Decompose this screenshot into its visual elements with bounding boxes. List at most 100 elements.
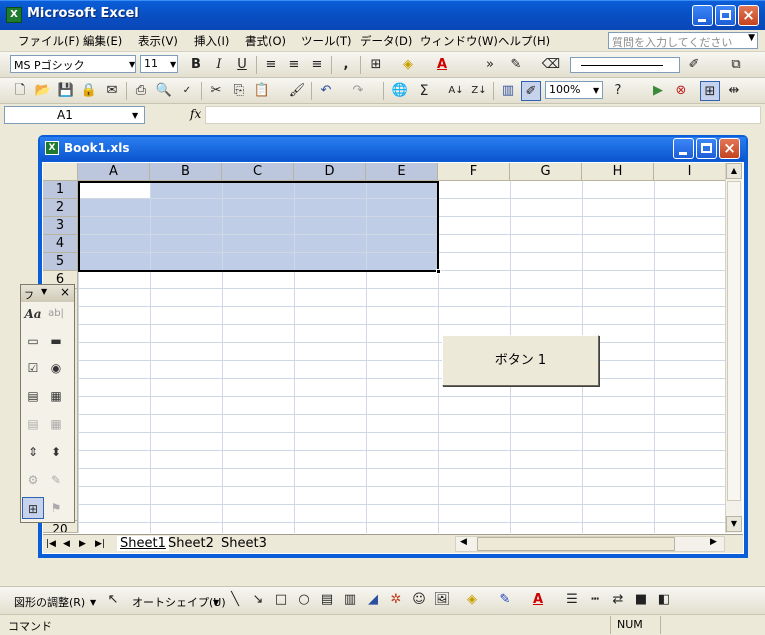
row-header-3[interactable]: 3: [43, 217, 78, 235]
shadow-style-icon[interactable]: ■: [631, 590, 651, 610]
column-header-b[interactable]: B: [150, 163, 222, 181]
column-header-c[interactable]: C: [222, 163, 294, 181]
scroll-down-icon[interactable]: ▼: [726, 516, 742, 532]
line-style-combo[interactable]: [570, 57, 680, 73]
chart-wizard-icon[interactable]: ▥: [498, 81, 518, 101]
paste-icon[interactable]: 📋: [252, 81, 272, 101]
sort-ascending-icon[interactable]: A↓: [446, 81, 466, 101]
column-header-g[interactable]: G: [510, 163, 582, 181]
fill-color-button[interactable]: ◈: [398, 55, 418, 75]
borders-button[interactable]: ⊞: [366, 55, 386, 75]
font-color-button[interactable]: A: [432, 55, 452, 75]
copy-icon[interactable]: ⎘: [229, 81, 249, 101]
menu-tools[interactable]: ツール(T): [301, 33, 352, 49]
underline-button[interactable]: U: [232, 55, 252, 75]
row-header-1[interactable]: 1: [43, 181, 78, 199]
eraser-icon[interactable]: ⌫: [541, 55, 561, 75]
diagram-icon[interactable]: ✲: [386, 590, 406, 610]
help-question-input[interactable]: 質問を入力してください ▼: [608, 32, 758, 49]
arrow-style-icon[interactable]: ⇄: [608, 590, 628, 610]
sheet-tab-sheet1[interactable]: Sheet1: [117, 536, 169, 551]
forms-palette-title-bar[interactable]: フ ▼ ×: [21, 285, 74, 302]
horizontal-scroll-thumb[interactable]: [477, 537, 675, 551]
border-color-icon[interactable]: ✐: [684, 55, 704, 75]
comma-style-button[interactable]: ,: [336, 55, 356, 75]
list-box-icon[interactable]: ▤: [22, 385, 44, 407]
name-box[interactable]: A1: [4, 106, 145, 124]
align-left-button[interactable]: ≡: [261, 55, 281, 75]
run-icon[interactable]: ▶: [648, 81, 668, 101]
scroll-bar-control-icon[interactable]: ⇕: [22, 441, 44, 463]
cut-icon[interactable]: ✂: [206, 81, 226, 101]
line-style-icon[interactable]: ☰: [562, 590, 582, 610]
help-button[interactable]: ?: [608, 81, 628, 101]
menu-format[interactable]: 書式(O): [245, 33, 286, 49]
undo-icon[interactable]: ↶: [316, 81, 336, 101]
permission-icon[interactable]: 🔒: [79, 81, 99, 101]
chevron-down-icon[interactable]: ▼: [41, 287, 47, 296]
label-control-button[interactable]: Aa: [22, 303, 44, 325]
vertical-scroll-thumb[interactable]: [727, 181, 741, 501]
rectangle-icon[interactable]: □: [271, 590, 291, 610]
drawing-toggle-icon[interactable]: ✐: [521, 81, 541, 101]
menu-window[interactable]: ウィンドウ(W): [420, 33, 498, 49]
button-control-icon[interactable]: ▬: [45, 330, 67, 352]
workbook-minimize-button[interactable]: [673, 138, 694, 159]
menu-file[interactable]: ファイル(F): [18, 33, 80, 49]
row-header-2[interactable]: 2: [43, 199, 78, 217]
sort-descending-icon[interactable]: Z↓: [469, 81, 489, 101]
format-painter-icon[interactable]: 🖌: [287, 81, 307, 101]
autoshape-menu[interactable]: オートシェイプ(U): [132, 594, 226, 610]
close-icon[interactable]: ×: [60, 285, 70, 299]
fill-handle[interactable]: [436, 269, 441, 274]
menu-view[interactable]: 表示(V): [138, 33, 178, 49]
toolbar-options-icon[interactable]: »: [480, 55, 500, 75]
row-header-5[interactable]: 5: [43, 253, 78, 271]
scroll-left-icon[interactable]: ◀: [460, 537, 467, 547]
autosum-button[interactable]: Σ: [414, 81, 434, 101]
oval-icon[interactable]: ○: [294, 590, 314, 610]
save-icon[interactable]: 💾: [56, 81, 76, 101]
checkbox-control-icon[interactable]: ☑: [22, 357, 44, 379]
fill-color-icon[interactable]: ◈: [462, 590, 482, 610]
italic-button[interactable]: I: [209, 55, 229, 75]
column-header-h[interactable]: H: [582, 163, 654, 181]
workbook-maximize-button[interactable]: [696, 138, 717, 159]
scroll-up-icon[interactable]: ▲: [726, 163, 742, 179]
picture-icon[interactable]: 🖼: [432, 590, 452, 610]
form-control-button[interactable]: ボタン 1: [442, 335, 599, 386]
email-icon[interactable]: ✉: [102, 81, 122, 101]
sheet-tab-sheet2[interactable]: Sheet2: [168, 536, 214, 551]
line-icon[interactable]: ╲: [225, 590, 245, 610]
pen-icon[interactable]: ✎: [506, 55, 526, 75]
font-name-combo[interactable]: MS Pゴシック: [10, 55, 136, 73]
stop-icon[interactable]: ⊗: [671, 81, 691, 101]
line-color-icon[interactable]: ✎: [495, 590, 515, 610]
column-header-i[interactable]: I: [654, 163, 725, 181]
edit-box-control-button[interactable]: ab|: [45, 303, 67, 325]
option-button-icon[interactable]: ◉: [45, 357, 67, 379]
redo-icon[interactable]: ↷: [348, 81, 368, 101]
bold-button[interactable]: B: [186, 55, 206, 75]
open-folder-icon[interactable]: 📂: [33, 81, 53, 101]
copy-format-icon[interactable]: ⧉: [726, 55, 746, 75]
grid-toggle-icon[interactable]: ⊞: [700, 81, 720, 101]
wordart-icon[interactable]: ◢: [363, 590, 383, 610]
print-icon[interactable]: ⎙: [131, 81, 151, 101]
workbook-close-button[interactable]: ×: [719, 138, 740, 159]
maximize-button[interactable]: [715, 5, 736, 26]
column-header-d[interactable]: D: [294, 163, 366, 181]
menu-help[interactable]: ヘルプ(H): [498, 33, 550, 49]
new-file-icon[interactable]: 🗋: [10, 81, 30, 101]
select-all-corner[interactable]: [43, 163, 78, 181]
vertical-scrollbar[interactable]: ▲ ▼: [725, 163, 742, 533]
sheet-tab-sheet3[interactable]: Sheet3: [221, 536, 267, 551]
print-preview-icon[interactable]: 🔍: [154, 81, 174, 101]
spelling-icon[interactable]: ✓: [177, 81, 197, 101]
last-sheet-icon[interactable]: ▶|: [95, 539, 105, 549]
align-grid-icon[interactable]: ⇹: [724, 81, 744, 101]
textbox-icon[interactable]: ▤: [317, 590, 337, 610]
first-sheet-icon[interactable]: |◀: [46, 539, 56, 549]
draw-font-color-icon[interactable]: A: [528, 590, 548, 610]
group-box-icon[interactable]: ▭: [22, 330, 44, 352]
